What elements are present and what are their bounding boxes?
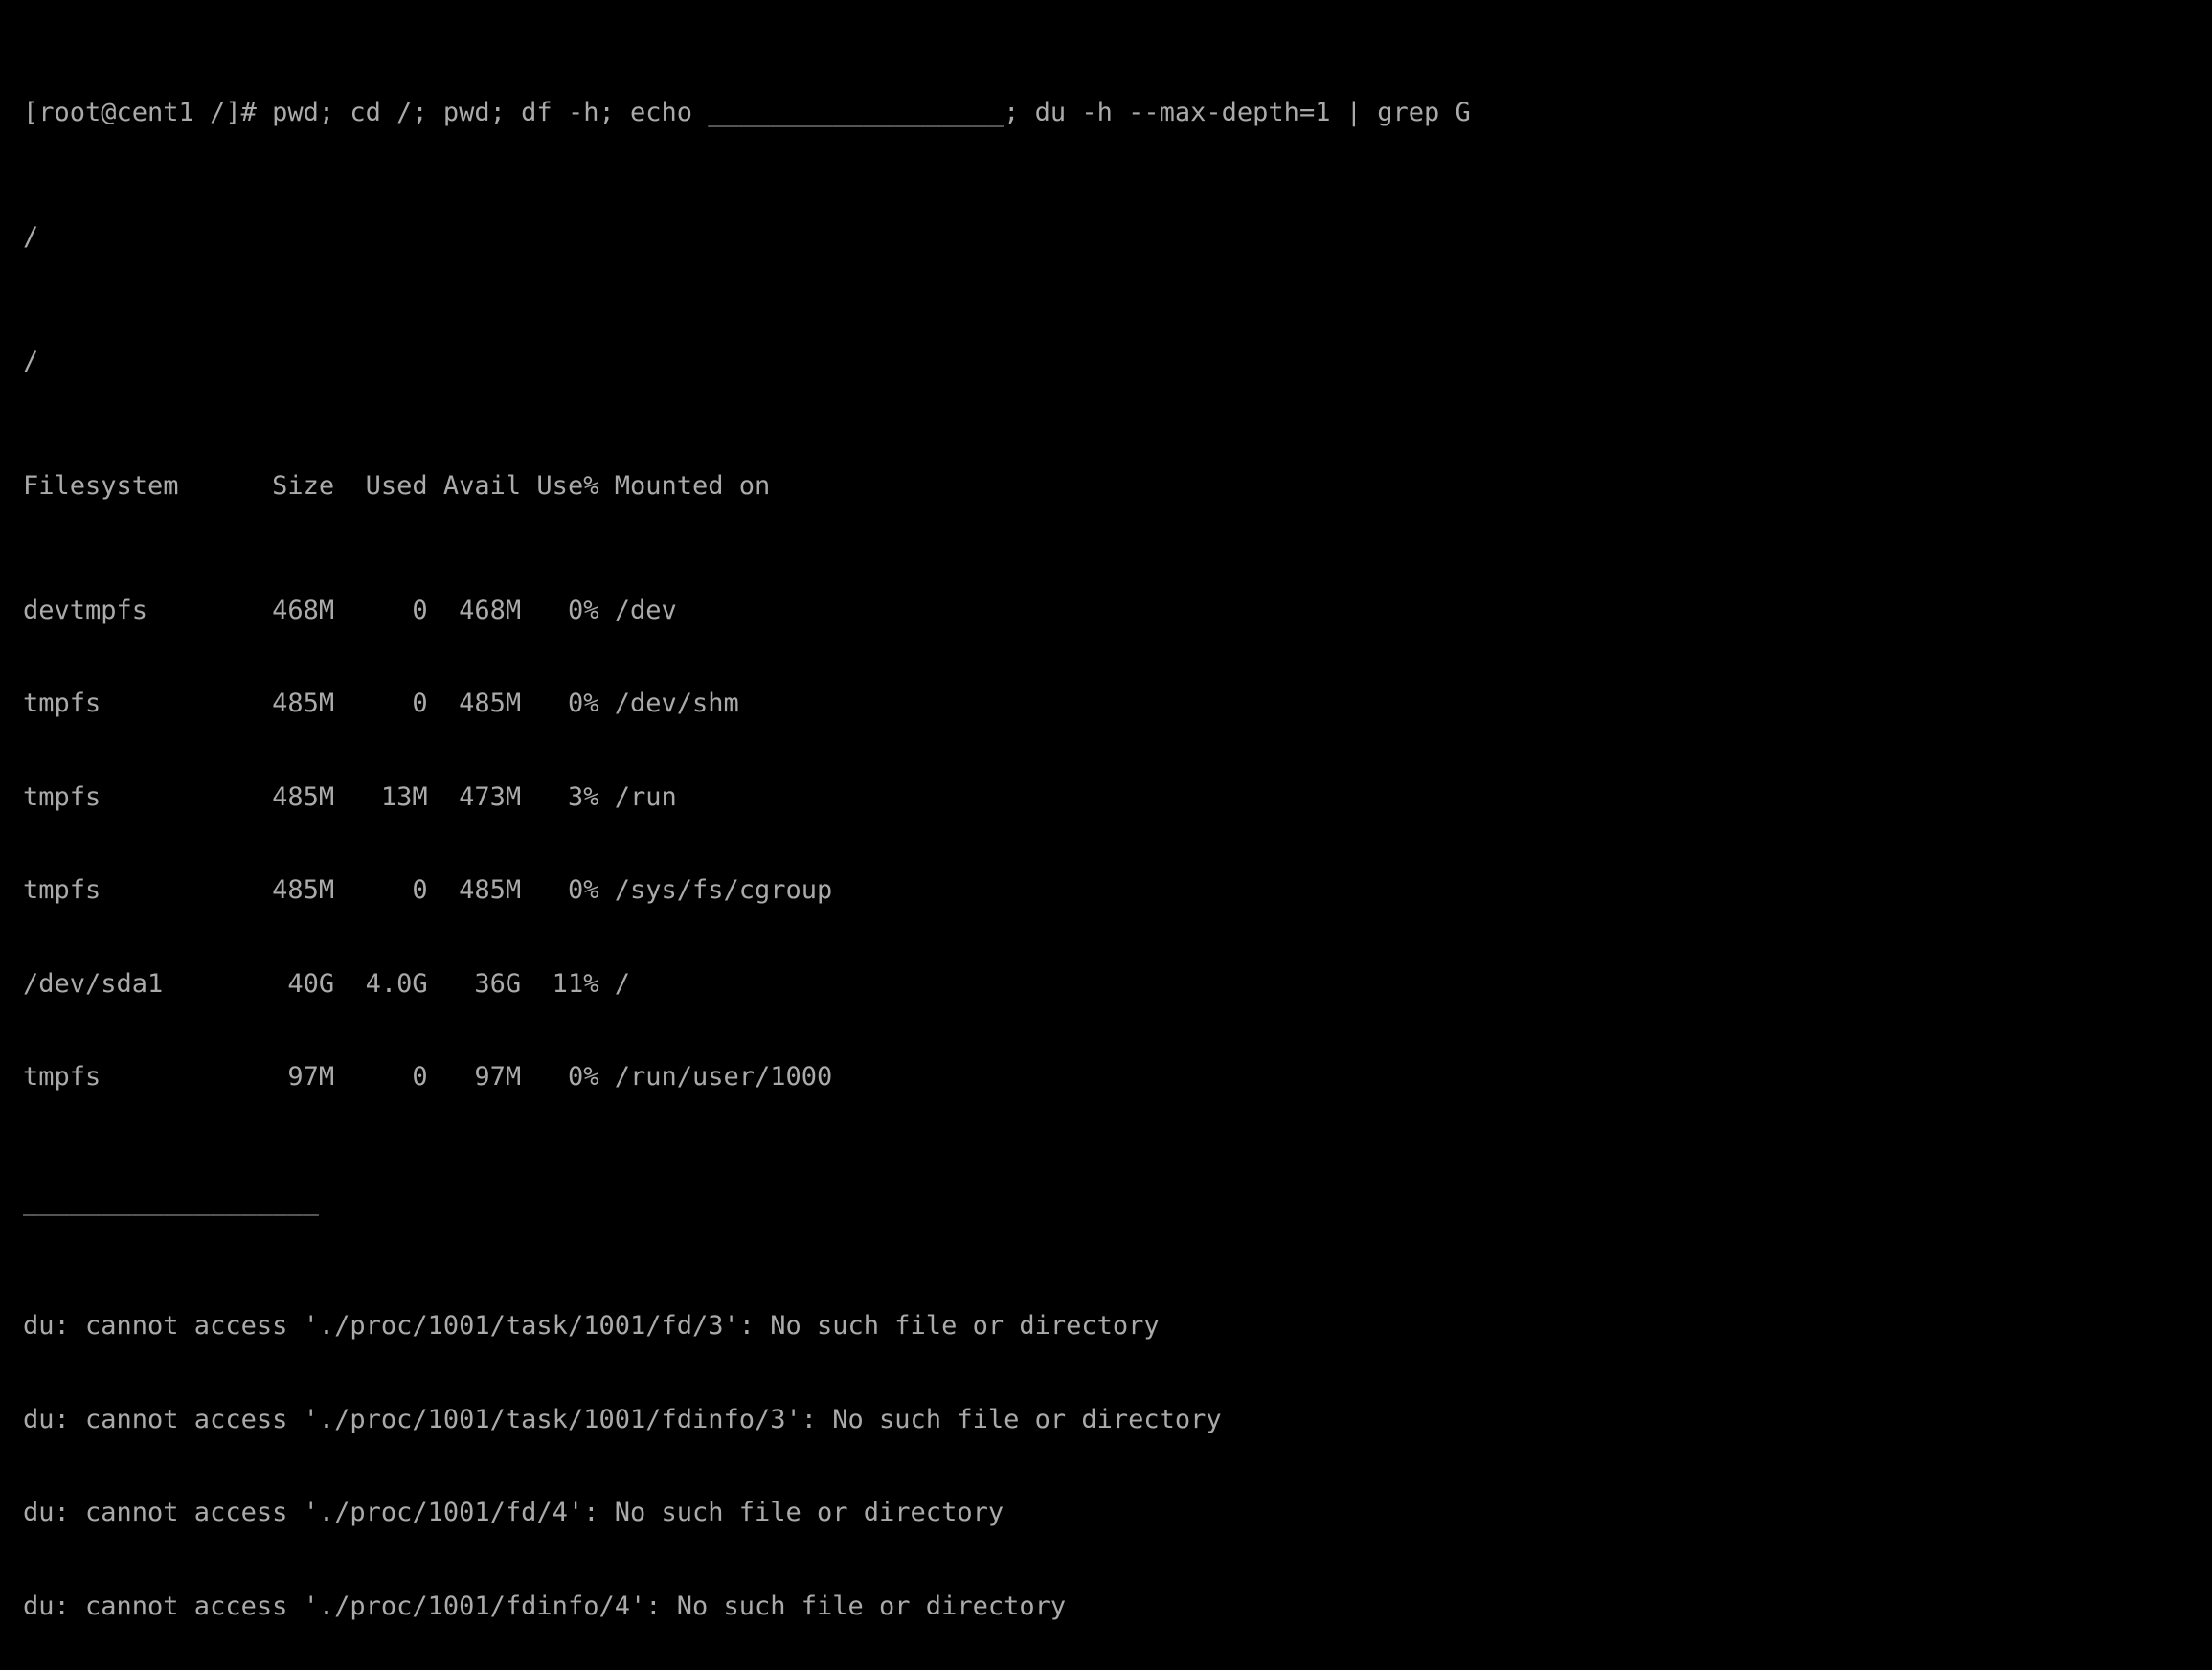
du-error-line: du: cannot access './proc/1001/fd/4': No…	[23, 1498, 1004, 1527]
df-table-row: devtmpfs 468M 0 468M 0% /dev	[23, 595, 677, 625]
pwd-output-second: /	[23, 346, 39, 376]
du-error-line: du: cannot access './proc/1001/task/1001…	[23, 1404, 1222, 1434]
echo-separator-line: ___________________	[23, 1186, 319, 1216]
df-table-row: tmpfs 97M 0 97M 0% /run/user/1000	[23, 1062, 833, 1092]
df-table-row: tmpfs 485M 13M 473M 3% /run	[23, 781, 677, 812]
df-header-row: Filesystem Size Used Avail Use% Mounted …	[23, 470, 771, 501]
terminal-window[interactable]: [root@cent1 /]# pwd; cd /; pwd; df -h; e…	[0, 0, 2212, 1621]
df-table-row: tmpfs 485M 0 485M 0% /sys/fs/cgroup	[23, 875, 833, 905]
pwd-output-first: /	[23, 221, 39, 252]
du-error-line: du: cannot access './proc/1001/task/1001…	[23, 1311, 1160, 1341]
command-line: [root@cent1 /]# pwd; cd /; pwd; df -h; e…	[23, 97, 1471, 127]
df-table-row: tmpfs 485M 0 485M 0% /dev/shm	[23, 688, 739, 718]
du-error-line: du: cannot access './proc/1001/fdinfo/4'…	[23, 1591, 1067, 1621]
df-table-row: /dev/sda1 40G 4.0G 36G 11% /	[23, 968, 630, 999]
